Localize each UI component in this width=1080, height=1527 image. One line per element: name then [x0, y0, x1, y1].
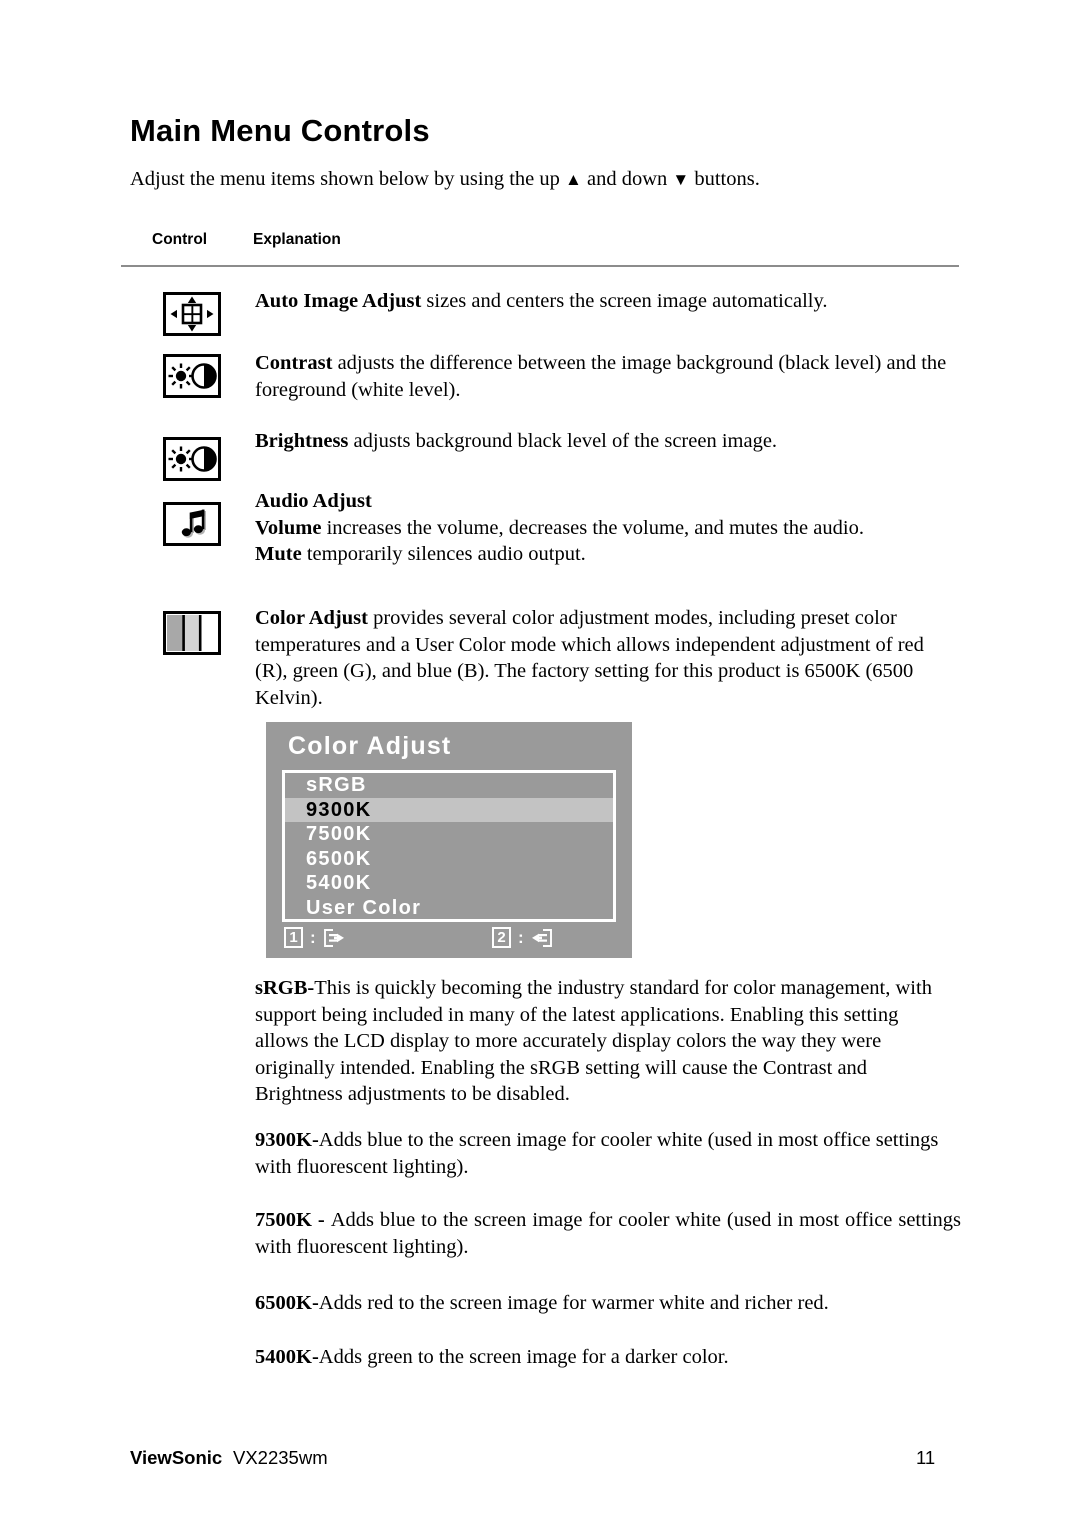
osd-key-1: 1: [284, 927, 303, 948]
osd-color-adjust-menu: Color Adjust sRGB 9300K 7500K 6500K 5400…: [266, 722, 632, 958]
k7500-term: 7500K -: [255, 1209, 331, 1231]
page-title: Main Menu Controls: [130, 113, 430, 148]
osd-footer: 1 : 2:: [280, 927, 620, 953]
intro-paragraph: Adjust the menu items shown below by usi…: [130, 166, 960, 193]
intro-text-after: buttons.: [689, 168, 760, 190]
k5400-description: 5400K-Adds green to the screen image for…: [255, 1344, 955, 1371]
k6500-term: 6500K-: [255, 1292, 319, 1314]
k7500-text: Adds blue to the screen image for cooler…: [255, 1209, 961, 1258]
footer-brand: ViewSonic: [130, 1447, 223, 1468]
column-header-control: Control: [152, 231, 208, 248]
srgb-text: This is quickly becoming the industry st…: [255, 977, 932, 1105]
brightness-text: adjusts background black level of the sc…: [348, 430, 778, 452]
header-divider: [121, 265, 959, 267]
enter-icon: [531, 928, 553, 948]
k6500-description: 6500K-Adds red to the screen image for w…: [255, 1290, 955, 1317]
contrast-text: adjusts the difference between the image…: [255, 352, 947, 401]
color-adjust-description: Color Adjust provides several color adju…: [255, 605, 955, 711]
column-header-explanation: Explanation: [253, 231, 341, 248]
k9300-term: 9300K-: [255, 1129, 319, 1151]
volume-term: Volume: [255, 516, 322, 539]
auto-image-adjust-text: sizes and centers the screen image autom…: [421, 290, 828, 312]
auto-image-adjust-description: Auto Image Adjust sizes and centers the …: [255, 288, 955, 315]
auto-image-adjust-icon: [163, 292, 221, 336]
osd-menu-item-9300k[interactable]: 9300K: [285, 797, 613, 823]
down-triangle-icon: ▼: [672, 170, 690, 189]
k9300-text: Adds blue to the screen image for cooler…: [255, 1129, 939, 1178]
volume-line: Volume increases the volume, decreases t…: [255, 515, 955, 542]
osd-menu-item-5400k[interactable]: 5400K: [285, 871, 613, 896]
intro-text-middle: and down: [581, 168, 673, 190]
mute-text: temporarily silences audio output.: [301, 543, 586, 565]
contrast-icon: [163, 354, 221, 398]
k7500-description: 7500K - Adds blue to the screen image fo…: [255, 1207, 961, 1260]
osd-menu-item-6500k[interactable]: 6500K: [285, 846, 613, 872]
osd-hint-one-colon: :: [310, 927, 316, 947]
up-triangle-icon: ▲: [565, 170, 582, 189]
document-page: Main Menu Controls Adjust the menu items…: [0, 0, 1080, 1527]
k6500-text: Adds red to the screen image for warmer …: [318, 1292, 829, 1314]
mute-line: Mute temporarily silences audio output.: [255, 541, 955, 568]
audio-adjust-heading: Audio Adjust: [255, 490, 372, 512]
osd-menu-list: sRGB 9300K 7500K 6500K 5400K User Color: [282, 770, 616, 922]
contrast-description: Contrast adjusts the difference between …: [255, 350, 955, 403]
brightness-icon: [163, 437, 221, 481]
volume-text: increases the volume, decreases the volu…: [321, 516, 864, 539]
osd-hint-two-colon: :: [518, 927, 524, 947]
exit-icon: [323, 928, 345, 948]
osd-menu-item-7500k[interactable]: 7500K: [285, 822, 613, 847]
audio-adjust-description: Audio Adjust Volume increases the volume…: [255, 488, 955, 568]
mute-term: Mute: [255, 543, 302, 565]
brightness-term: Brightness: [255, 430, 349, 452]
intro-text-before: Adjust the menu items shown below by usi…: [130, 168, 566, 190]
k9300-description: 9300K-Adds blue to the screen image for …: [255, 1127, 955, 1180]
color-adjust-icon: [163, 611, 221, 655]
k5400-text: Adds green to the screen image for a dar…: [318, 1346, 729, 1368]
osd-hint-exit: 1 :: [284, 927, 345, 948]
footer-page-number: 11: [916, 1447, 936, 1468]
osd-menu-item-srgb[interactable]: sRGB: [285, 773, 613, 798]
audio-adjust-icon: [163, 502, 221, 546]
osd-hint-enter: 2 :: [492, 927, 553, 948]
osd-menu-item-user-color[interactable]: User Color: [285, 895, 613, 919]
k5400-term: 5400K-: [255, 1346, 319, 1368]
footer-model: VX2235wm: [233, 1447, 328, 1468]
srgb-term: sRGB-: [255, 977, 315, 999]
brightness-description: Brightness adjusts background black leve…: [255, 428, 955, 455]
osd-menu-title: Color Adjust: [288, 732, 452, 760]
srgb-description: sRGB-This is quickly becoming the indust…: [255, 975, 955, 1108]
contrast-term: Contrast: [255, 352, 333, 374]
color-adjust-term: Color Adjust: [255, 607, 368, 629]
auto-image-adjust-term: Auto Image Adjust: [255, 290, 422, 312]
osd-key-2: 2: [492, 927, 511, 948]
